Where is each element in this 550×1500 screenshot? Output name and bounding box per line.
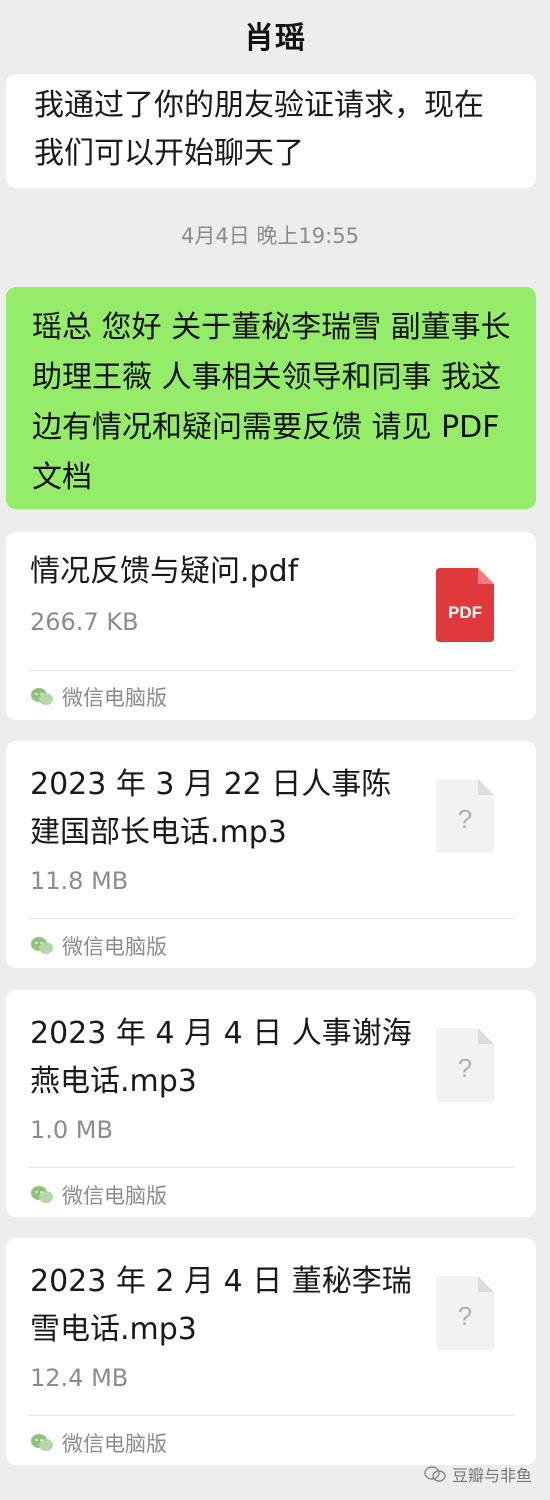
file-name: 2023 年 4 月 4 日 人事谢海燕电话.mp3 bbox=[30, 1016, 412, 1099]
wechat-watermark-icon bbox=[424, 1466, 446, 1482]
file-source: 微信电脑版 bbox=[30, 931, 167, 961]
file-name: 情况反馈与疑问.pdf bbox=[30, 554, 299, 589]
watermark-text: 豆瓣与非鱼 bbox=[451, 1466, 532, 1485]
file-card-mp3[interactable]: 2023 年 2 月 4 日 董秘李瑞雪电话.mp3 12.4 MB ? 微信电… bbox=[6, 1238, 536, 1465]
file-source: 微信电脑版 bbox=[30, 682, 167, 712]
wechat-icon bbox=[31, 688, 53, 705]
wechat-icon bbox=[31, 937, 53, 954]
unknown-icon-label: ? bbox=[458, 1053, 472, 1083]
unknown-icon-label: ? bbox=[458, 804, 472, 834]
system-message: 我通过了你的朋友验证请求，现在我们可以开始聊天了 bbox=[6, 74, 536, 188]
file-source-label: 微信电脑版 bbox=[62, 686, 167, 710]
file-source-label: 微信电脑版 bbox=[62, 935, 167, 959]
wechat-icon bbox=[31, 1186, 53, 1203]
unknown-file-icon: ? bbox=[436, 779, 494, 853]
file-source: 微信电脑版 bbox=[30, 1180, 167, 1210]
file-source-label: 微信电脑版 bbox=[62, 1184, 167, 1208]
pdf-icon-label: PDF bbox=[448, 603, 482, 622]
file-name: 2023 年 3 月 22 日人事陈建国部长电话.mp3 bbox=[30, 767, 392, 850]
file-source-label: 微信电脑版 bbox=[62, 1432, 167, 1456]
file-source: 微信电脑版 bbox=[30, 1428, 167, 1458]
file-size: 11.8 MB bbox=[30, 867, 129, 895]
file-card-mp3[interactable]: 2023 年 4 月 4 日 人事谢海燕电话.mp3 1.0 MB ? 微信电脑… bbox=[6, 990, 536, 1217]
file-card-mp3[interactable]: 2023 年 3 月 22 日人事陈建国部长电话.mp3 11.8 MB ? 微… bbox=[6, 741, 536, 968]
unknown-file-icon: ? bbox=[436, 1028, 494, 1102]
unknown-icon-label: ? bbox=[458, 1301, 472, 1331]
divider bbox=[28, 670, 514, 671]
file-size: 12.4 MB bbox=[30, 1364, 129, 1392]
chat-title: 肖瑶 bbox=[244, 21, 306, 56]
divider bbox=[28, 1167, 514, 1168]
watermark: 豆瓣与非鱼 bbox=[424, 1462, 532, 1486]
file-size: 266.7 KB bbox=[30, 608, 139, 636]
wechat-icon bbox=[31, 1434, 53, 1451]
file-name: 2023 年 2 月 4 日 董秘李瑞雪电话.mp3 bbox=[30, 1264, 412, 1347]
sent-message-bubble[interactable]: 瑶总 您好 关于董秘李瑞雪 副董事长助理王薇 人事相关领导和同事 我这边有情况和… bbox=[6, 287, 536, 509]
file-card-pdf[interactable]: 情况反馈与疑问.pdf 266.7 KB PDF 微信电脑版 bbox=[6, 532, 536, 720]
file-size: 1.0 MB bbox=[30, 1116, 113, 1144]
unknown-file-icon: ? bbox=[436, 1276, 494, 1350]
divider bbox=[28, 1415, 514, 1416]
pdf-icon: PDF bbox=[436, 568, 494, 642]
message-timestamp: 4月4日 晚上19:55 bbox=[181, 224, 359, 248]
divider bbox=[28, 918, 514, 919]
